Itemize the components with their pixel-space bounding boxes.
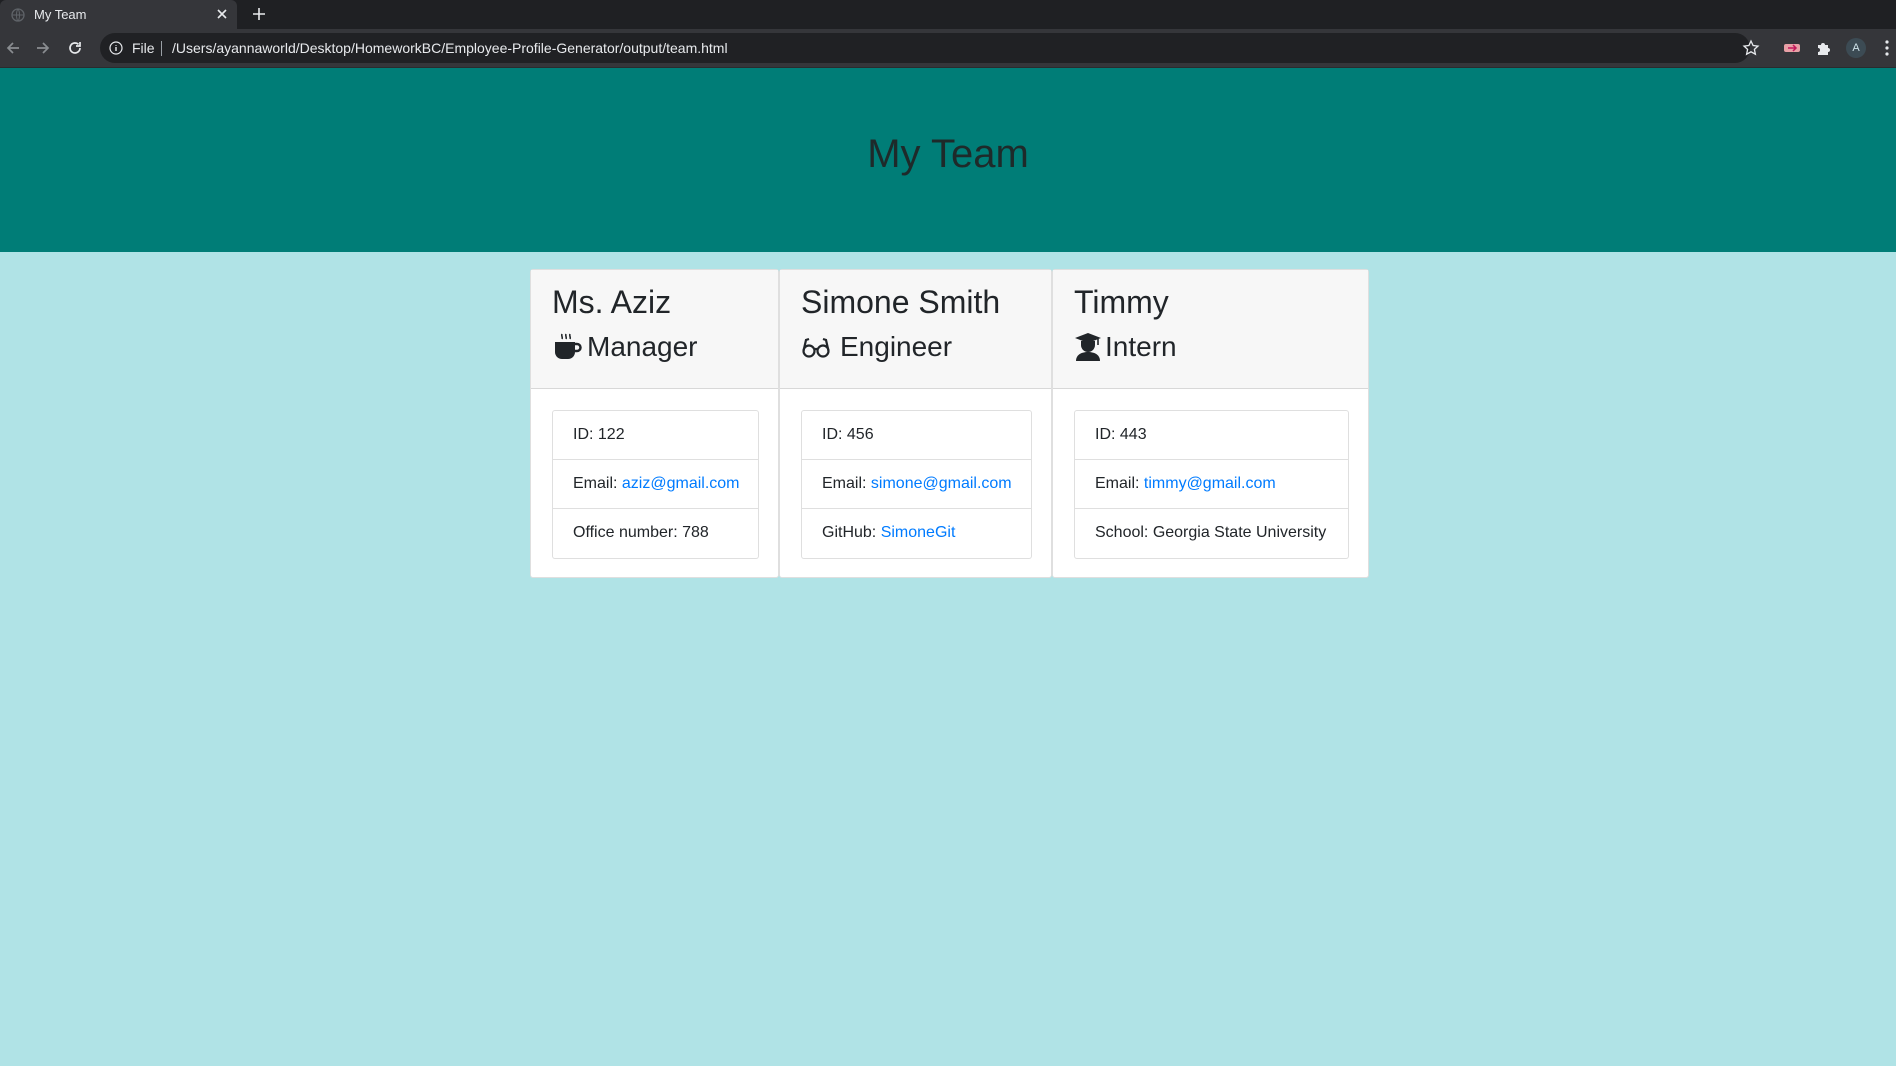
employee-email-row: Email: aziz@gmail.com — [553, 460, 758, 509]
employee-email-row: Email: simone@gmail.com — [802, 460, 1031, 509]
employee-name: Simone Smith — [801, 284, 1001, 320]
school-row: School: Georgia State University — [1095, 524, 1327, 541]
employee-card-manager: Ms. Aziz Manager ID: 122 Email: aziz@gma… — [530, 269, 779, 578]
email-label: Email: — [573, 475, 622, 492]
email-link[interactable]: aziz@gmail.com — [622, 475, 740, 492]
employee-details-list: ID: 443 Email: timmy@gmail.com School: G… — [1074, 410, 1349, 559]
graduate-icon — [1075, 333, 1101, 361]
employee-details-list: ID: 122 Email: aziz@gmail.com Office num… — [552, 410, 759, 559]
employee-role: Manager — [587, 331, 698, 362]
close-icon[interactable] — [214, 6, 230, 22]
tab-title: My Team — [34, 7, 87, 22]
employee-name: Ms. Aziz — [552, 284, 672, 320]
email-link[interactable]: simone@gmail.com — [871, 475, 1012, 492]
email-label: Email: — [822, 475, 871, 492]
email-link[interactable]: timmy@gmail.com — [1144, 475, 1276, 492]
card-header: Ms. Aziz Manager — [531, 270, 778, 389]
url-text[interactable]: /Users/ayannaworld/Desktop/HomeworkBC/Em… — [172, 40, 728, 56]
glasses-icon — [802, 337, 830, 358]
bookmark-star-icon[interactable] — [1742, 39, 1760, 57]
url-separator — [161, 41, 162, 56]
employee-id: ID: 443 — [1075, 411, 1348, 460]
coffee-mug-icon — [555, 333, 582, 359]
extensions-puzzle-icon[interactable] — [1815, 39, 1833, 57]
reload-icon[interactable] — [66, 39, 84, 57]
card-header: Timmy Intern — [1053, 270, 1368, 389]
url-scheme-label: File — [132, 40, 155, 56]
office-number: Office number: 788 — [573, 524, 709, 541]
employee-email-row: Email: timmy@gmail.com — [1075, 460, 1348, 509]
employee-card-engineer: Simone Smith Engineer ID: 456 Email: sim… — [779, 269, 1052, 578]
github-label: GitHub: — [822, 524, 881, 541]
profile-avatar[interactable]: A — [1846, 38, 1866, 58]
employee-details-list: ID: 456 Email: simone@gmail.com GitHub: … — [801, 410, 1032, 559]
page-title: My Team — [867, 132, 1029, 176]
browser-tab[interactable]: My Team — [0, 0, 237, 29]
browser-tab-bar: My Team — [0, 0, 1896, 29]
employee-id: ID: 122 — [553, 411, 758, 460]
forward-arrow-icon[interactable] — [34, 39, 52, 57]
employee-id: ID: 456 — [802, 411, 1031, 460]
employee-role: Intern — [1105, 331, 1177, 362]
extension-icon[interactable] — [1782, 39, 1802, 57]
employee-name: Timmy — [1074, 284, 1169, 320]
github-row: GitHub: SimoneGit — [802, 509, 1031, 558]
browser-toolbar: File /Users/ayannaworld/Desktop/Homework… — [0, 29, 1896, 68]
employee-card-intern: Timmy Intern ID: 443 Email: timmy@gmail.… — [1052, 269, 1369, 578]
email-label: Email: — [1095, 475, 1144, 492]
address-bar[interactable]: File /Users/ayannaworld/Desktop/Homework… — [100, 33, 1750, 63]
info-icon[interactable] — [109, 41, 123, 55]
kebab-menu-icon[interactable] — [1884, 39, 1890, 57]
new-tab-plus-icon[interactable] — [250, 5, 268, 23]
back-arrow-icon[interactable] — [4, 39, 22, 57]
employee-role: Engineer — [840, 331, 953, 362]
globe-icon — [11, 8, 25, 22]
github-link[interactable]: SimoneGit — [881, 524, 956, 541]
card-header: Simone Smith Engineer — [780, 270, 1051, 389]
